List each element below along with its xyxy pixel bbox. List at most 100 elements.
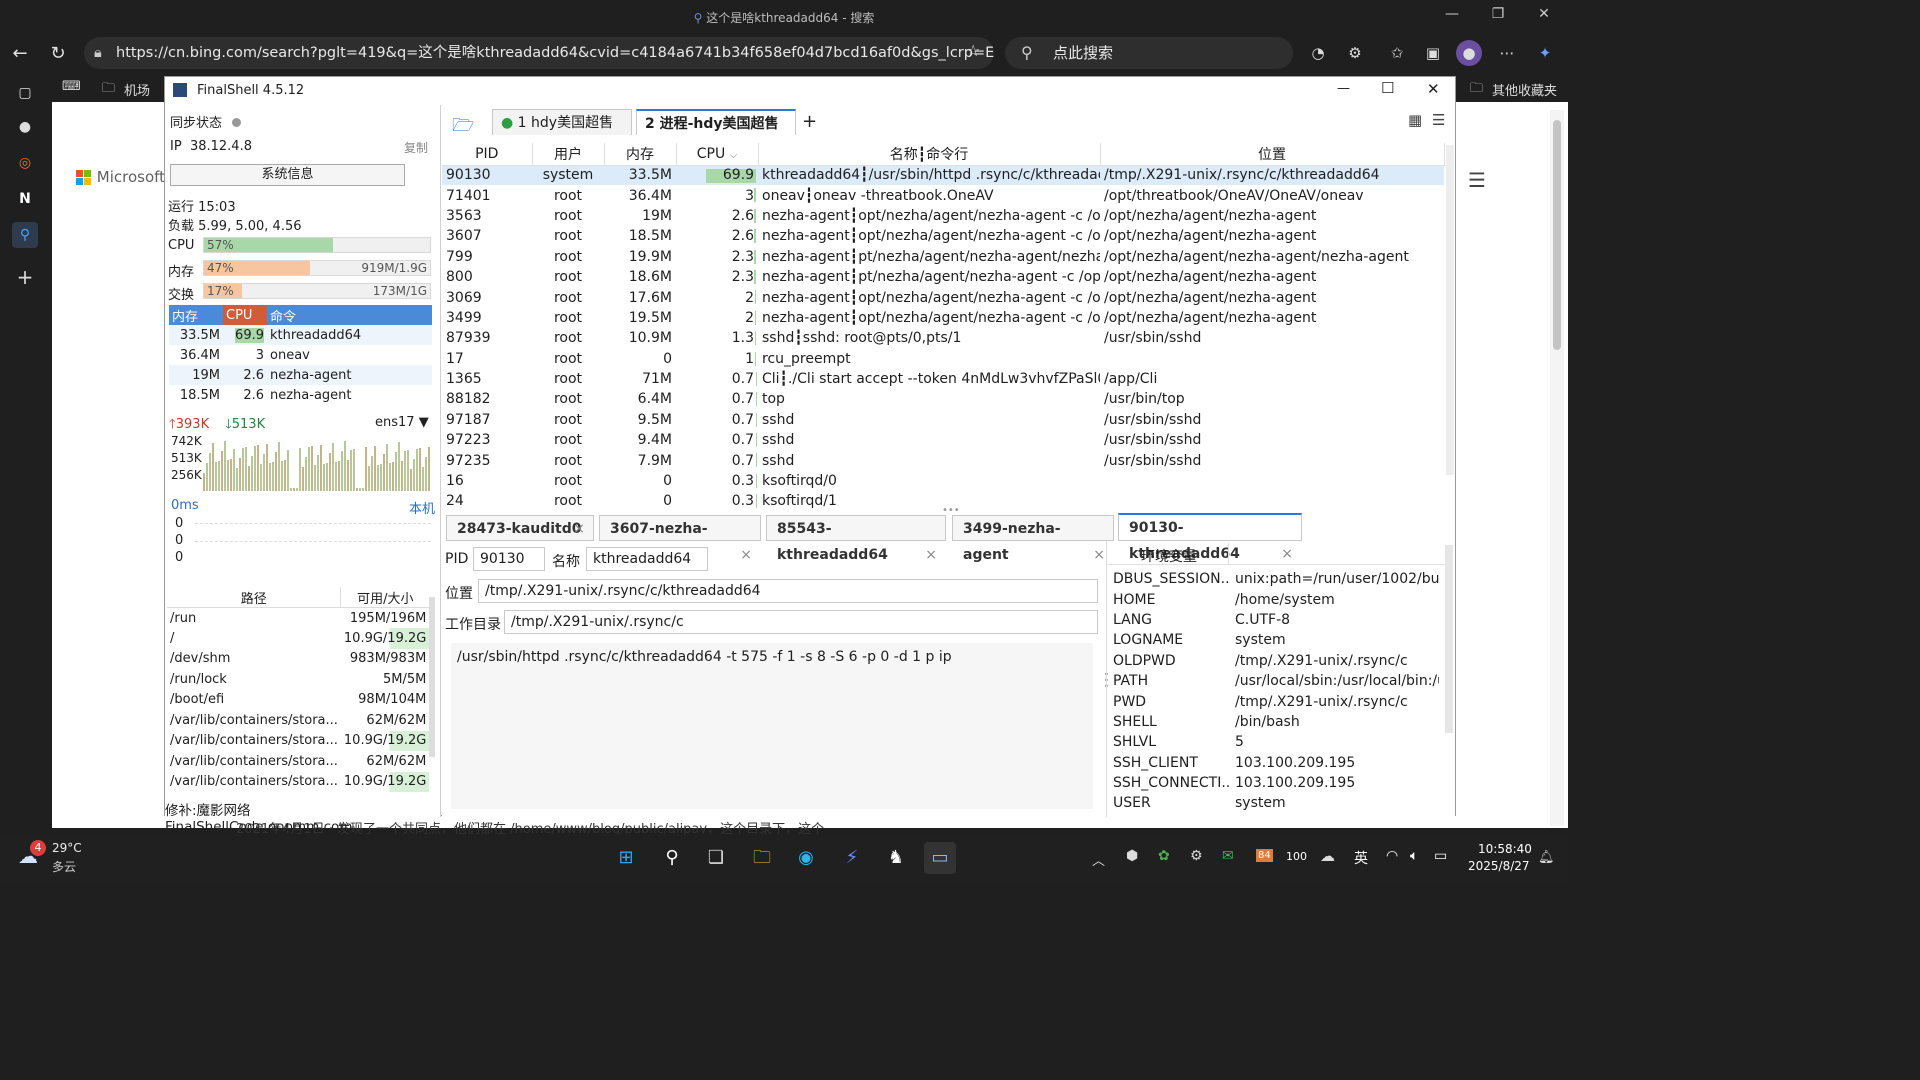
ime-indicator[interactable]: 英: [1354, 848, 1368, 868]
page-scrollbar[interactable]: [1550, 110, 1564, 826]
microsoft-logo[interactable]: Microsoft: [76, 168, 165, 186]
clock-time[interactable]: 10:58:40: [1478, 842, 1532, 856]
clock-date[interactable]: 2025/8/27: [1468, 859, 1530, 873]
process-row[interactable]: 799 root 19.9M 2.3 nezha-agent┇pt/nezha/agen…: [442, 247, 1444, 267]
disk-row[interactable]: /dev/shm 983M/983M: [167, 649, 429, 670]
env-row[interactable]: USER system: [1107, 793, 1439, 813]
env-row[interactable]: LANG C.UTF-8: [1107, 610, 1439, 630]
wifi-icon[interactable]: ◠: [1386, 848, 1398, 864]
close-icon[interactable]: ×: [925, 542, 937, 568]
process-row[interactable]: 97187 root 9.5M 0.7 sshd/usr/sbin/sshd: [442, 410, 1444, 430]
process-row[interactable]: 90130 system 33.5M 69.9 kthreadadd64┇/usr/sb…: [442, 165, 1444, 186]
env-row[interactable]: PATH/usr/local/sbin:/usr/local/bin:/usr,: [1107, 671, 1439, 691]
ping-target[interactable]: 本机: [409, 498, 435, 517]
volume-icon[interactable]: 🔈︎: [1410, 848, 1418, 864]
close-icon[interactable]: ×: [740, 542, 752, 568]
col-name[interactable]: 名称┇命令行: [758, 143, 1101, 166]
notion-icon[interactable]: N: [12, 186, 38, 212]
env-row[interactable]: SHELL/bin/bash: [1107, 712, 1439, 732]
process-row[interactable]: 3499 root 19.5M 2 nezha-agent┇opt/nezha/agen…: [442, 308, 1444, 328]
disk-row[interactable]: / 10.9G/19.2G: [167, 628, 430, 649]
env-row[interactable]: OLDPWD/tmp/.X291-unix/.rsync/c: [1107, 651, 1439, 671]
add-tab-icon[interactable]: +: [802, 111, 817, 132]
weibo-icon[interactable]: ◎: [12, 150, 38, 176]
process-row[interactable]: 3069 root 17.6M 2 nezha-agent┇opt/nezha/agen…: [442, 287, 1444, 307]
list-view-icon[interactable]: ☰: [1432, 111, 1445, 129]
copilot-icon[interactable]: ✦: [1532, 40, 1558, 66]
process-row[interactable]: 3563 root 19M 2.6 nezha-agent┇opt/nezha/agen…: [442, 206, 1444, 226]
top-process-row[interactable]: 19M 2.6 nezha-agent: [169, 365, 432, 385]
location-field[interactable]: /tmp/.X291-unix/.rsync/c/kthreadadd64: [478, 579, 1098, 603]
lock-icon[interactable]: 🔒︎: [94, 37, 102, 69]
notification-bell-icon[interactable]: 🔔︎: [1538, 850, 1555, 865]
process-row[interactable]: 88182 root 6.4M 0.7 top/usr/bin/top: [442, 389, 1444, 409]
battery-icon[interactable]: ▭: [1434, 848, 1447, 864]
pid-field[interactable]: 90130: [473, 547, 545, 571]
favorite-star-icon[interactable]: ☆: [966, 41, 980, 60]
top-process-row[interactable]: 18.5M 2.6 nezha-agent: [169, 385, 432, 405]
scrollbar-thumb[interactable]: [1553, 120, 1561, 350]
env-header[interactable]: 环境变量: [1141, 546, 1197, 566]
disk-scrollbar[interactable]: [429, 597, 435, 757]
cmdline-text[interactable]: /usr/sbin/httpd .rsync/c/kthreadadd64 -t…: [451, 643, 1093, 809]
detail-tab-2[interactable]: 85543-kthreadadd64 ×: [766, 515, 946, 563]
fav-folder-jichang[interactable]: 机场: [124, 80, 150, 99]
tray-badge-84[interactable]: 84: [1256, 849, 1273, 862]
collections-icon[interactable]: ▣: [1420, 40, 1446, 66]
col-mem[interactable]: 内存: [604, 143, 677, 166]
copy-ip-button[interactable]: 复制: [404, 139, 428, 156]
tray-icon-2[interactable]: ✿: [1158, 848, 1170, 864]
tray-icon-3[interactable]: ⚙: [1190, 848, 1203, 864]
fs-minimize-button[interactable]: —: [1337, 81, 1350, 96]
process-row[interactable]: 97235 root 7.9M 0.7 sshd/usr/sbin/sshd: [442, 450, 1444, 470]
workdir-field[interactable]: /tmp/.X291-unix/.rsync/c: [504, 610, 1098, 634]
process-row[interactable]: 97223 root 9.4M 0.7 sshd/usr/sbin/sshd: [442, 430, 1444, 450]
grid-view-icon[interactable]: ▦: [1408, 111, 1422, 129]
back-icon[interactable]: ←: [6, 40, 34, 68]
add-icon[interactable]: +: [12, 264, 38, 290]
menu-icon[interactable]: ☰: [1468, 168, 1486, 192]
col-user[interactable]: 用户: [532, 143, 605, 166]
temperature[interactable]: 29°C: [52, 841, 82, 855]
name-field[interactable]: kthreadadd64: [586, 547, 708, 571]
tray-chevron-up-icon[interactable]: ︿: [1092, 850, 1105, 869]
tray-icon-1[interactable]: ⬢: [1126, 848, 1138, 864]
disk-row[interactable]: /run/lock 5M/5M: [167, 669, 429, 690]
finalshell-taskbar-icon[interactable]: ▭: [924, 842, 956, 874]
onedrive-icon[interactable]: ☁: [1320, 847, 1335, 865]
col-location[interactable]: 位置: [1100, 143, 1445, 166]
search-box[interactable]: ⚲ 点此搜索: [1005, 37, 1293, 69]
top-process-row[interactable]: 36.4M 3 oneav: [169, 345, 432, 365]
search-sidebar-icon[interactable]: ⚲: [12, 222, 38, 248]
system-info-button[interactable]: 系统信息: [170, 164, 405, 186]
tray-icon-4[interactable]: ✉: [1222, 848, 1234, 864]
col-cpu[interactable]: CPU ⌵: [676, 143, 759, 166]
tabs-icon[interactable]: ▢: [12, 80, 38, 106]
task-view-icon[interactable]: ❏: [700, 842, 732, 874]
env-scrollbar[interactable]: [1445, 545, 1453, 733]
process-row[interactable]: 87939 root 10.9M 1.3 sshd┇sshd: root@pts/0,p…: [442, 328, 1444, 348]
folder-open-icon[interactable]: 🗁︎: [452, 113, 474, 143]
edge-icon[interactable]: ◉: [790, 842, 822, 874]
process-row[interactable]: 3607 root 18.5M 2.6 nezha-agent┇opt/nezha/ag…: [442, 226, 1444, 246]
favorites-icon[interactable]: ✩: [1384, 40, 1410, 66]
tab-session-1[interactable]: ● 1 hdy美国超售 ×: [492, 109, 632, 157]
top-process-row[interactable]: 33.5M 69.9 kthreadadd64: [169, 325, 432, 345]
col-pid[interactable]: PID: [442, 143, 533, 166]
env-row[interactable]: SHLVL 5: [1107, 732, 1439, 752]
env-row[interactable]: DBUS_SESSION... unix:path=/run/user/1002/…: [1107, 569, 1439, 589]
disk-row[interactable]: /run 195M/196M: [167, 608, 429, 629]
file-explorer-icon[interactable]: 🗀︎: [746, 842, 778, 874]
disk-row[interactable]: /var/lib/containers/stora... 10.9G/19.2G: [167, 771, 430, 792]
close-icon[interactable]: ×: [1093, 542, 1105, 568]
refresh-icon[interactable]: ↻: [44, 40, 72, 68]
taskbar-search-icon[interactable]: ⚲: [656, 842, 688, 874]
start-icon[interactable]: ⊞: [610, 842, 642, 874]
url-input[interactable]: 🔒︎ https://cn.bing.com/search?pglt=419&q…: [84, 37, 994, 69]
extensions-icon[interactable]: ⚙: [1342, 40, 1368, 66]
env-row[interactable]: LOGNAME system: [1107, 630, 1439, 650]
fs-close-button[interactable]: ✕: [1427, 80, 1440, 98]
reading-icon[interactable]: ⌨: [62, 79, 81, 94]
minimize-button[interactable]: —: [1438, 6, 1466, 28]
weather-text[interactable]: 多云: [52, 858, 76, 875]
